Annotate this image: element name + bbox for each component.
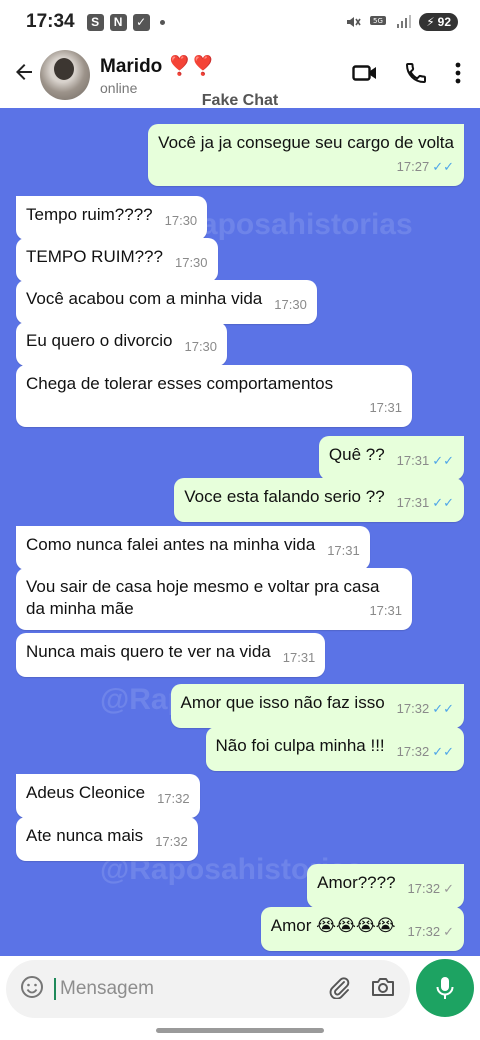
battery-level: 92 <box>437 15 451 29</box>
message-text: Você ja ja consegue seu cargo de volta <box>158 133 454 152</box>
back-arrow-icon[interactable] <box>12 59 38 91</box>
message-text: Adeus Cleonice <box>26 783 146 802</box>
battery-indicator: ⚡ 92 <box>419 13 458 31</box>
message-text: Você acabou com a minha vida <box>26 289 263 308</box>
message-bubble-outgoing[interactable]: Amor 😭😭😭😭 17:32 ✓ <box>260 907 464 951</box>
message-text: Não foi culpa minha !!! <box>215 736 385 755</box>
charging-bolt-icon: ⚡ <box>426 15 435 29</box>
message-time: 17:31 <box>396 453 430 468</box>
message-time: 17:32 <box>396 701 430 716</box>
message-bubble-outgoing[interactable]: Amor que isso não faz isso 17:32 ✓✓ <box>170 684 464 728</box>
contact-name: Marido ❣️❣️ <box>100 56 215 77</box>
message-bubble-incoming[interactable]: Adeus Cleonice 17:32 <box>16 774 200 818</box>
message-bubble-outgoing[interactable]: Voce esta falando serio ?? 17:31 ✓✓ <box>174 478 464 522</box>
phone-icon[interactable] <box>404 61 428 90</box>
more-options-icon[interactable] <box>454 61 462 90</box>
message-text: TEMPO RUIM??? <box>26 247 163 266</box>
camera-icon[interactable] <box>370 976 396 1003</box>
notification-icon: S <box>86 13 104 31</box>
message-text: Chega de tolerar esses comportamentos <box>26 374 334 393</box>
signal-5g-icon: 5G <box>370 16 387 25</box>
read-ticks-icon: ✓✓ <box>432 453 454 468</box>
message-text: Nunca mais quero te ver na vida <box>26 642 271 661</box>
message-meta: 17:32 ✓✓ <box>397 741 454 763</box>
message-bubble-incoming[interactable]: Chega de tolerar esses comportamentos 17… <box>16 365 412 427</box>
message-meta: 17:31 ✓✓ <box>397 492 454 514</box>
read-ticks-icon: ✓✓ <box>432 701 454 716</box>
emoji-icon[interactable] <box>20 975 44 1004</box>
message-text: Voce esta falando serio ?? <box>184 487 385 506</box>
message-text: Eu quero o divorcio <box>26 331 173 350</box>
home-indicator[interactable] <box>156 1028 324 1033</box>
message-time: 17:31 <box>282 650 316 665</box>
mute-icon <box>347 17 361 27</box>
message-meta: 17:32 ✓ <box>408 921 454 943</box>
chat-area[interactable]: @Raposahistorias @Raposahistorias @Rapos… <box>0 108 480 956</box>
message-time: 17:32 <box>157 791 190 806</box>
message-time: 17:32 <box>155 834 188 849</box>
message-text: Amor 😭😭😭😭 <box>270 916 396 935</box>
message-time: 17:30 <box>274 297 307 312</box>
status-right: 5G ⚡ 92 <box>345 13 458 31</box>
message-time: 17:30 <box>164 213 198 228</box>
read-ticks-icon: ✓✓ <box>432 744 454 759</box>
message-text: Tempo ruim???? <box>26 205 153 224</box>
message-time: 17:32 <box>407 881 441 896</box>
status-time: 17:34 <box>26 11 75 32</box>
message-input-box[interactable] <box>6 960 410 1018</box>
message-time: 17:31 <box>369 400 402 415</box>
message-time: 17:30 <box>184 339 218 354</box>
notification-icon: N <box>109 13 127 31</box>
overlay-title: Fake Chat <box>201 92 279 109</box>
svg-text:5G: 5G <box>373 17 383 25</box>
message-bubble-incoming[interactable]: Nunca mais quero te ver na vida 17:31 <box>16 633 326 677</box>
sent-ticks-icon: ✓ <box>443 881 454 896</box>
message-bubble-incoming[interactable]: Vou sair de casa hoje mesmo e voltar pra… <box>16 568 412 630</box>
attach-icon[interactable] <box>328 975 350 1004</box>
message-bubble-incoming[interactable]: Ate nunca mais 17:32 <box>16 817 198 861</box>
status-bar: 17:34 S N ✓ 5G ⚡ 92 <box>0 0 480 44</box>
message-text: Como nunca falei antes na minha vida <box>26 535 316 554</box>
video-call-icon[interactable] <box>352 63 378 88</box>
message-bubble-outgoing[interactable]: Quê ?? 17:31 ✓✓ <box>318 436 464 480</box>
checkbox-notification-icon: ✓ <box>132 13 150 31</box>
header-actions <box>352 61 468 90</box>
contact-info[interactable]: Marido ❣️❣️ online <box>100 54 215 96</box>
message-text: Quê ?? <box>328 445 385 464</box>
message-time: 17:31 <box>396 495 430 510</box>
mic-icon <box>436 977 454 999</box>
message-bubble-outgoing[interactable]: Não foi culpa minha !!! 17:32 ✓✓ <box>205 727 464 771</box>
message-time: 17:27 <box>396 159 430 174</box>
message-bubble-incoming[interactable]: Você acabou com a minha vida 17:30 <box>16 280 317 324</box>
signal-bars-icon <box>397 15 412 28</box>
message-text: Amor que isso não faz isso <box>180 693 385 712</box>
message-bubble-incoming[interactable]: Como nunca falei antes na minha vida 17:… <box>16 526 370 570</box>
read-ticks-icon: ✓✓ <box>432 159 454 174</box>
message-bubble-outgoing[interactable]: Amor???? 17:32 ✓ <box>307 864 464 908</box>
message-meta: 17:27 ✓✓ <box>158 156 454 178</box>
message-bubble-outgoing[interactable]: Você ja ja consegue seu cargo de volta 1… <box>148 124 464 186</box>
message-time: 17:32 <box>407 924 441 939</box>
message-meta: 17:32 ✓ <box>408 878 454 900</box>
message-meta: 17:31 ✓✓ <box>397 450 454 472</box>
message-time: 17:31 <box>327 543 360 558</box>
message-text: Amor???? <box>317 873 396 892</box>
more-notifications-icon <box>159 19 165 25</box>
message-text: Ate nunca mais <box>26 826 144 845</box>
message-meta: 17:32 ✓✓ <box>397 698 454 720</box>
message-bubble-incoming[interactable]: Eu quero o divorcio 17:30 <box>16 322 228 366</box>
message-time: 17:32 <box>396 744 430 759</box>
message-bubble-incoming[interactable]: Tempo ruim???? 17:30 <box>16 196 208 240</box>
read-ticks-icon: ✓✓ <box>432 495 454 510</box>
message-bubble-incoming[interactable]: TEMPO RUIM??? 17:30 <box>16 238 218 282</box>
mic-button[interactable] <box>416 959 474 1017</box>
message-time: 17:30 <box>174 255 208 270</box>
sent-ticks-icon: ✓ <box>443 924 454 939</box>
message-input[interactable] <box>54 978 304 1000</box>
